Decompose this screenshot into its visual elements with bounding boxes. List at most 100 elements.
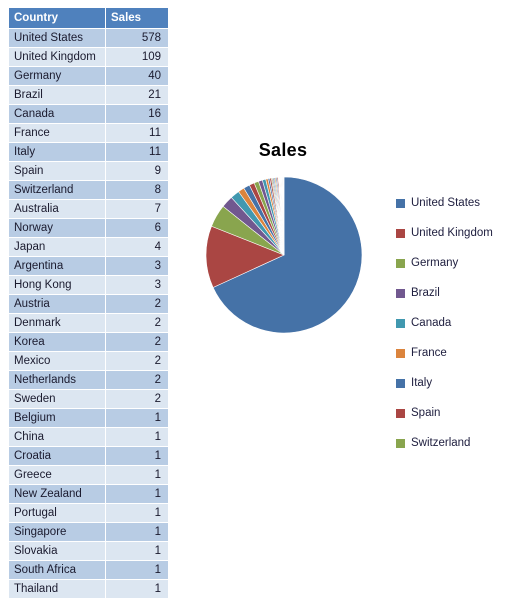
cell-sales[interactable]: 8 — [105, 180, 169, 200]
cell-country[interactable]: Denmark — [8, 313, 106, 333]
legend-item[interactable]: Spain — [396, 398, 512, 428]
cell-sales[interactable]: 2 — [105, 332, 169, 352]
table-row[interactable]: United Kingdom 109 — [8, 47, 169, 67]
table-row[interactable]: Italy 11 — [8, 142, 169, 162]
cell-sales[interactable]: 1 — [105, 503, 169, 523]
cell-country[interactable]: Thailand — [8, 579, 106, 599]
cell-country[interactable]: Mexico — [8, 351, 106, 371]
cell-sales[interactable]: 1 — [105, 560, 169, 580]
cell-sales[interactable]: 3 — [105, 275, 169, 295]
cell-country[interactable]: New Zealand — [8, 484, 106, 504]
cell-sales[interactable]: 1 — [105, 408, 169, 428]
cell-country[interactable]: Slovakia — [8, 541, 106, 561]
table-row[interactable]: Brazil 21 — [8, 85, 169, 105]
cell-sales[interactable]: 2 — [105, 351, 169, 371]
column-header-sales[interactable]: Sales — [105, 8, 169, 29]
cell-country[interactable]: Brazil — [8, 85, 106, 105]
cell-sales[interactable]: 4 — [105, 237, 169, 257]
legend-item[interactable]: Italy — [396, 368, 512, 398]
table-row[interactable]: Germany 40 — [8, 66, 169, 86]
cell-country[interactable]: Italy — [8, 142, 106, 162]
sales-pie-chart[interactable]: Sales United States United Kingdom Germany… — [178, 120, 512, 449]
legend-item[interactable]: France — [396, 338, 512, 368]
table-row[interactable]: Singapore 1 — [8, 522, 169, 542]
cell-country[interactable]: Switzerland — [8, 180, 106, 200]
cell-country[interactable]: Hong Kong — [8, 275, 106, 295]
cell-sales[interactable]: 578 — [105, 28, 169, 48]
table-row[interactable]: Korea 2 — [8, 332, 169, 352]
table-row[interactable]: New Zealand 1 — [8, 484, 169, 504]
table-row[interactable]: Spain 9 — [8, 161, 169, 181]
table-row[interactable]: Switzerland 8 — [8, 180, 169, 200]
cell-sales[interactable]: 1 — [105, 446, 169, 466]
cell-sales[interactable]: 3 — [105, 256, 169, 276]
table-row[interactable]: Croatia 1 — [8, 446, 169, 466]
cell-country[interactable]: Singapore — [8, 522, 106, 542]
cell-sales[interactable]: 1 — [105, 427, 169, 447]
cell-sales[interactable]: 21 — [105, 85, 169, 105]
cell-country[interactable]: United States — [8, 28, 106, 48]
table-row[interactable]: Argentina 3 — [8, 256, 169, 276]
cell-country[interactable]: Korea — [8, 332, 106, 352]
cell-country[interactable]: Spain — [8, 161, 106, 181]
cell-country[interactable]: Croatia — [8, 446, 106, 466]
cell-sales[interactable]: 2 — [105, 313, 169, 333]
cell-sales[interactable]: 11 — [105, 123, 169, 143]
table-row[interactable]: United States 578 — [8, 28, 169, 48]
legend-item[interactable]: Germany — [396, 248, 512, 278]
table-row[interactable]: Norway 6 — [8, 218, 169, 238]
cell-sales[interactable]: 2 — [105, 370, 169, 390]
cell-country[interactable]: Australia — [8, 199, 106, 219]
table-row[interactable]: Belgium 1 — [8, 408, 169, 428]
cell-sales[interactable]: 6 — [105, 218, 169, 238]
table-row[interactable]: Japan 4 — [8, 237, 169, 257]
column-header-country[interactable]: Country — [8, 8, 106, 29]
table-row[interactable]: Thailand 1 — [8, 579, 169, 599]
cell-sales[interactable]: 1 — [105, 465, 169, 485]
cell-sales[interactable]: 1 — [105, 579, 169, 599]
legend-item[interactable]: Canada — [396, 308, 512, 338]
table-row[interactable]: Australia 7 — [8, 199, 169, 219]
legend-item[interactable]: Brazil — [396, 278, 512, 308]
cell-country[interactable]: Netherlands — [8, 370, 106, 390]
table-row[interactable]: Slovakia 1 — [8, 541, 169, 561]
cell-country[interactable]: Germany — [8, 66, 106, 86]
cell-sales[interactable]: 109 — [105, 47, 169, 67]
cell-sales[interactable]: 1 — [105, 522, 169, 542]
cell-sales[interactable]: 11 — [105, 142, 169, 162]
cell-sales[interactable]: 16 — [105, 104, 169, 124]
legend-item[interactable]: United States — [396, 188, 512, 218]
cell-country[interactable]: Norway — [8, 218, 106, 238]
table-row[interactable]: China 1 — [8, 427, 169, 447]
cell-country[interactable]: South Africa — [8, 560, 106, 580]
cell-sales[interactable]: 1 — [105, 541, 169, 561]
table-row[interactable]: Mexico 2 — [8, 351, 169, 371]
cell-country[interactable]: Belgium — [8, 408, 106, 428]
pie-plot-area[interactable] — [204, 175, 364, 335]
cell-sales[interactable]: 7 — [105, 199, 169, 219]
cell-country[interactable]: France — [8, 123, 106, 143]
cell-country[interactable]: Canada — [8, 104, 106, 124]
legend-item[interactable]: United Kingdom — [396, 218, 512, 248]
cell-country[interactable]: Argentina — [8, 256, 106, 276]
legend-item[interactable]: Switzerland — [396, 428, 512, 458]
table-row[interactable]: South Africa 1 — [8, 560, 169, 580]
cell-sales[interactable]: 9 — [105, 161, 169, 181]
table-row[interactable]: Greece 1 — [8, 465, 169, 485]
cell-country[interactable]: United Kingdom — [8, 47, 106, 67]
cell-sales[interactable]: 2 — [105, 294, 169, 314]
table-row[interactable]: Hong Kong 3 — [8, 275, 169, 295]
cell-country[interactable]: Sweden — [8, 389, 106, 409]
cell-sales[interactable]: 1 — [105, 484, 169, 504]
table-row[interactable]: Canada 16 — [8, 104, 169, 124]
table-row[interactable]: Denmark 2 — [8, 313, 169, 333]
cell-sales[interactable]: 2 — [105, 389, 169, 409]
cell-sales[interactable]: 40 — [105, 66, 169, 86]
cell-country[interactable]: Austria — [8, 294, 106, 314]
table-row[interactable]: Netherlands 2 — [8, 370, 169, 390]
cell-country[interactable]: Portugal — [8, 503, 106, 523]
table-row[interactable]: Portugal 1 — [8, 503, 169, 523]
cell-country[interactable]: Japan — [8, 237, 106, 257]
table-row[interactable]: Austria 2 — [8, 294, 169, 314]
cell-country[interactable]: China — [8, 427, 106, 447]
